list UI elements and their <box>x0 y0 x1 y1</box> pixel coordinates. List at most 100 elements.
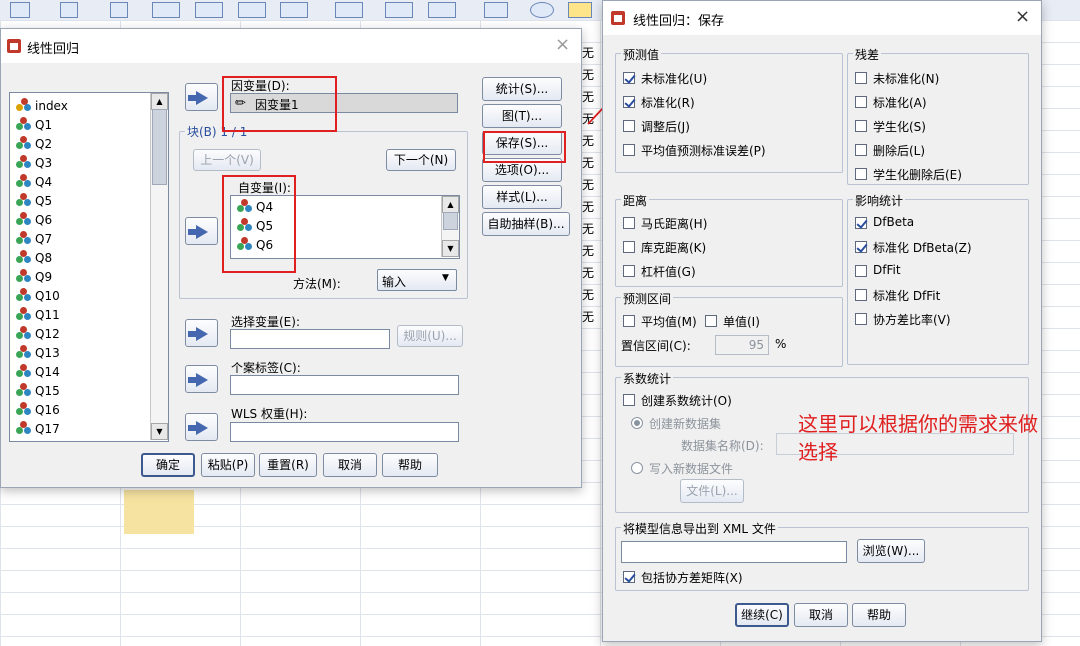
selected-cell[interactable] <box>124 490 194 534</box>
method-label: 方法(M): <box>293 277 341 291</box>
variable-item[interactable]: index <box>16 97 68 116</box>
move-to-selection-button[interactable] <box>185 319 218 347</box>
influence-stats-checkbox[interactable] <box>855 265 867 277</box>
new-dataset-radio[interactable] <box>631 417 643 429</box>
wls-label: WLS 权重(H): <box>231 407 308 421</box>
toolbar-icon[interactable] <box>428 2 456 18</box>
predicted-values-checkbox[interactable] <box>623 144 635 156</box>
export-path-field[interactable] <box>621 541 847 563</box>
variable-item[interactable]: Q3 <box>16 154 52 173</box>
browse-button[interactable]: 浏览(W)... <box>857 539 925 563</box>
toolbar-icon[interactable] <box>195 2 223 18</box>
residuals-checkbox[interactable] <box>855 120 867 132</box>
distances-checkbox[interactable] <box>623 241 635 253</box>
residuals-checkbox[interactable] <box>855 72 867 84</box>
toolbar-icon[interactable] <box>152 2 180 18</box>
variable-list[interactable]: index Q1 Q2 Q3 Q4 Q5 Q6 Q7 Q8 Q9 Q10 Q11 Q12 Q13 Q14 Q1… <box>9 92 169 442</box>
variable-item[interactable]: Q4 <box>16 173 52 192</box>
variable-item[interactable]: Q6 <box>16 211 52 230</box>
toolbar-icon[interactable] <box>530 2 554 18</box>
highlight-dependent <box>222 76 337 132</box>
variable-item[interactable]: Q11 <box>16 306 60 325</box>
predicted-values-checkbox[interactable] <box>623 72 635 84</box>
save-help-button[interactable]: 帮助 <box>852 603 906 627</box>
scroll-down-icon[interactable]: ▼ <box>442 240 459 257</box>
statistics-button[interactable]: 统计(S)... <box>482 77 562 101</box>
variable-item[interactable]: Q1 <box>16 116 52 135</box>
scroll-down-icon[interactable]: ▼ <box>151 423 168 440</box>
toolbar-icon[interactable] <box>280 2 308 18</box>
variable-item[interactable]: Q10 <box>16 287 60 306</box>
nominal-variable-icon <box>16 155 32 169</box>
independent-list-scrollbar[interactable]: ▲ ▼ <box>441 196 459 257</box>
toolbar-icon[interactable] <box>484 2 508 18</box>
influence-stats-checkbox[interactable] <box>855 241 867 253</box>
previous-block-button[interactable]: 上一个(V) <box>193 149 261 171</box>
variable-item[interactable]: Q15 <box>16 382 60 401</box>
residuals-checkbox[interactable] <box>855 168 867 180</box>
style-button[interactable]: 样式(L)... <box>482 185 562 209</box>
cancel-button[interactable]: 取消 <box>323 453 377 477</box>
variable-item[interactable]: Q12 <box>16 325 60 344</box>
ok-button[interactable]: 确定 <box>141 453 195 477</box>
close-icon[interactable]: × <box>1015 6 1030 27</box>
distances-checkbox[interactable] <box>623 265 635 277</box>
plots-button[interactable]: 图(T)... <box>482 104 562 128</box>
move-to-dependent-button[interactable] <box>185 83 218 111</box>
influence-stats-checkbox[interactable] <box>855 313 867 325</box>
toolbar-icon[interactable] <box>335 2 363 18</box>
toolbar-icon[interactable] <box>385 2 413 18</box>
scroll-up-icon[interactable]: ▲ <box>442 196 459 213</box>
residuals-checkbox[interactable] <box>855 96 867 108</box>
paste-button[interactable]: 粘贴(P) <box>201 453 255 477</box>
scroll-up-icon[interactable]: ▲ <box>151 93 168 110</box>
toolbar-icon[interactable] <box>60 2 78 18</box>
nominal-variable-icon <box>16 288 32 302</box>
bootstrap-button[interactable]: 自助抽样(B)... <box>482 212 570 236</box>
influence-stats-checkbox[interactable] <box>855 217 867 229</box>
influence-stats-checkbox[interactable] <box>855 289 867 301</box>
method-select[interactable]: 输入 ▼ <box>377 269 457 291</box>
save-cancel-button[interactable]: 取消 <box>794 603 848 627</box>
next-block-button[interactable]: 下一个(N) <box>386 149 456 171</box>
scroll-thumb[interactable] <box>443 212 458 230</box>
confidence-field[interactable]: 95 <box>715 335 769 355</box>
variable-item[interactable]: Q5 <box>16 192 52 211</box>
reset-button[interactable]: 重置(R) <box>259 453 317 477</box>
variable-item[interactable]: Q9 <box>16 268 52 287</box>
file-button[interactable]: 文件(L)... <box>680 479 744 503</box>
move-to-wls-button[interactable] <box>185 413 218 441</box>
variable-item[interactable]: Q17 <box>16 420 60 439</box>
variable-item[interactable]: Q2 <box>16 135 52 154</box>
variable-item[interactable]: Q8 <box>16 249 52 268</box>
variable-item[interactable]: Q14 <box>16 363 60 382</box>
include-covariance-checkbox[interactable] <box>623 571 635 583</box>
variable-name: Q12 <box>35 327 60 341</box>
wls-field[interactable] <box>230 422 459 442</box>
distances-checkbox[interactable] <box>623 217 635 229</box>
create-coef-checkbox[interactable] <box>623 394 635 406</box>
case-label-field[interactable] <box>230 375 459 395</box>
scroll-thumb[interactable] <box>152 109 167 185</box>
write-file-radio[interactable] <box>631 462 643 474</box>
close-icon[interactable]: × <box>555 34 570 55</box>
predicted-values-checkbox[interactable] <box>623 120 635 132</box>
grid-cell-text: 无 <box>582 266 595 280</box>
move-to-independent-button[interactable] <box>185 217 218 245</box>
selection-field[interactable] <box>230 329 390 349</box>
variable-item[interactable]: Q7 <box>16 230 52 249</box>
continue-button[interactable]: 继续(C) <box>735 603 789 627</box>
toolbar-icon[interactable] <box>10 2 30 18</box>
interval-mean-checkbox[interactable] <box>623 315 635 327</box>
toolbar-icon[interactable] <box>238 2 266 18</box>
variable-item[interactable]: Q13 <box>16 344 60 363</box>
predicted-values-checkbox[interactable] <box>623 96 635 108</box>
rule-button[interactable]: 规则(U)... <box>397 325 463 347</box>
residuals-checkbox[interactable] <box>855 144 867 156</box>
interval-individual-checkbox[interactable] <box>705 315 717 327</box>
toolbar-icon[interactable] <box>110 2 128 18</box>
variable-list-scrollbar[interactable]: ▲ ▼ <box>150 93 168 440</box>
help-button[interactable]: 帮助 <box>382 453 438 477</box>
variable-item[interactable]: Q16 <box>16 401 60 420</box>
move-to-case-label-button[interactable] <box>185 365 218 393</box>
